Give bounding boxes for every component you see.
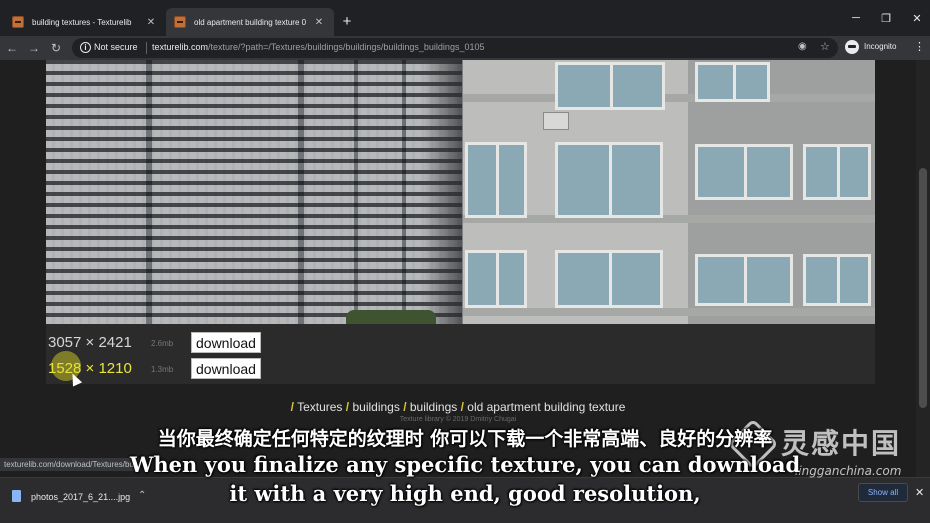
- window: [695, 62, 770, 102]
- tab-close-icon[interactable]: ✕: [144, 17, 158, 28]
- tab-close-icon[interactable]: ✕: [312, 17, 326, 28]
- window: [465, 250, 527, 308]
- download-options: 3057 × 2421 2.6mb download 1528 × 1210 1…: [46, 324, 875, 387]
- breadcrumb-separator: /: [290, 400, 294, 414]
- breadcrumb-item-buildings[interactable]: buildings: [352, 400, 399, 414]
- breadcrumb-item-current: old apartment building texture: [467, 400, 626, 414]
- building-facade-closeup: [463, 60, 875, 324]
- building-facade-distant: [46, 60, 462, 324]
- air-conditioner: [543, 112, 569, 130]
- back-arrow-icon[interactable]: ←: [3, 39, 21, 57]
- window: [803, 144, 871, 200]
- reload-icon[interactable]: ↻: [47, 39, 65, 57]
- tab-old-apartment-texture[interactable]: old apartment building texture 0 ✕: [166, 8, 334, 36]
- url-host: texturelib.com: [152, 42, 209, 52]
- info-icon[interactable]: i: [80, 42, 91, 53]
- window: [555, 62, 665, 110]
- maximize-icon[interactable]: ❐: [876, 12, 896, 25]
- window: [803, 254, 871, 306]
- texturelib-favicon-icon: [12, 16, 24, 28]
- window-close-icon[interactable]: ✕: [907, 12, 927, 25]
- window: [555, 250, 663, 308]
- omnibox-divider: [146, 42, 147, 54]
- forward-arrow-icon[interactable]: →: [25, 39, 43, 57]
- browser-toolbar: ← → ↻ i Not secure texturelib.com/textur…: [0, 36, 930, 60]
- incognito-icon[interactable]: [845, 40, 859, 54]
- tab-strip: building textures - Texturelib ✕ old apa…: [0, 0, 930, 36]
- page-content: 3057 × 2421 2.6mb download 1528 × 1210 1…: [0, 60, 930, 477]
- screenshot-root: building textures - Texturelib ✕ old apa…: [0, 0, 930, 523]
- page-scrollbar[interactable]: [916, 60, 930, 477]
- not-secure-label[interactable]: Not secure: [94, 42, 138, 52]
- url-text[interactable]: texturelib.com/texture/?path=/Textures/b…: [152, 42, 484, 52]
- window: [555, 142, 663, 218]
- tab-title: building textures - Texturelib: [32, 17, 132, 27]
- texturelib-favicon-icon: [174, 16, 186, 28]
- download-button-medium[interactable]: download: [191, 358, 261, 379]
- bookmark-star-icon[interactable]: ☆: [820, 40, 830, 53]
- address-bar[interactable]: i Not secure texturelib.com/texture/?pat…: [72, 38, 838, 58]
- browser-menu-icon[interactable]: ⋮: [914, 40, 925, 53]
- trees: [346, 310, 436, 324]
- breadcrumb: / Textures / buildings / buildings / old…: [0, 400, 916, 414]
- tracking-blocked-eye-icon[interactable]: ◉: [798, 41, 807, 52]
- breadcrumb-item-buildings-sub[interactable]: buildings: [410, 400, 457, 414]
- file-size-label: 1.3mb: [151, 365, 174, 374]
- minimize-icon[interactable]: ─: [846, 12, 866, 24]
- window: [695, 254, 793, 306]
- resolution-label: 3057 × 2421: [48, 334, 132, 351]
- tab-title: old apartment building texture 0: [194, 17, 307, 27]
- download-row-large: 3057 × 2421 2.6mb download: [46, 330, 346, 356]
- file-size-label: 2.6mb: [151, 339, 174, 348]
- tab-building-textures[interactable]: building textures - Texturelib ✕: [4, 8, 166, 36]
- url-path: /texture/?path=/Textures/buildings/build…: [208, 42, 485, 52]
- breadcrumb-separator: /: [460, 400, 464, 414]
- window: [695, 144, 793, 200]
- window: [465, 142, 527, 218]
- new-tab-button[interactable]: +: [338, 13, 356, 31]
- texture-preview-image: [46, 60, 875, 324]
- scrollbar-thumb[interactable]: [919, 168, 927, 408]
- subtitle-english-line2: it with a very high end, good resolution…: [229, 481, 701, 506]
- download-row-medium: 1528 × 1210 1.3mb download: [46, 356, 346, 382]
- subtitle-chinese: 当你最终确定任何特定的纹理时 你可以下载一个非常高端、良好的分辨率: [157, 428, 773, 450]
- breadcrumb-separator: /: [345, 400, 350, 414]
- breadcrumb-separator: /: [403, 400, 407, 414]
- subtitle-english-line1: When you finalize any specific texture, …: [129, 452, 801, 477]
- download-button-large[interactable]: download: [191, 332, 261, 353]
- breadcrumb-item-textures[interactable]: Textures: [297, 400, 342, 414]
- incognito-label[interactable]: Incognito: [864, 42, 896, 51]
